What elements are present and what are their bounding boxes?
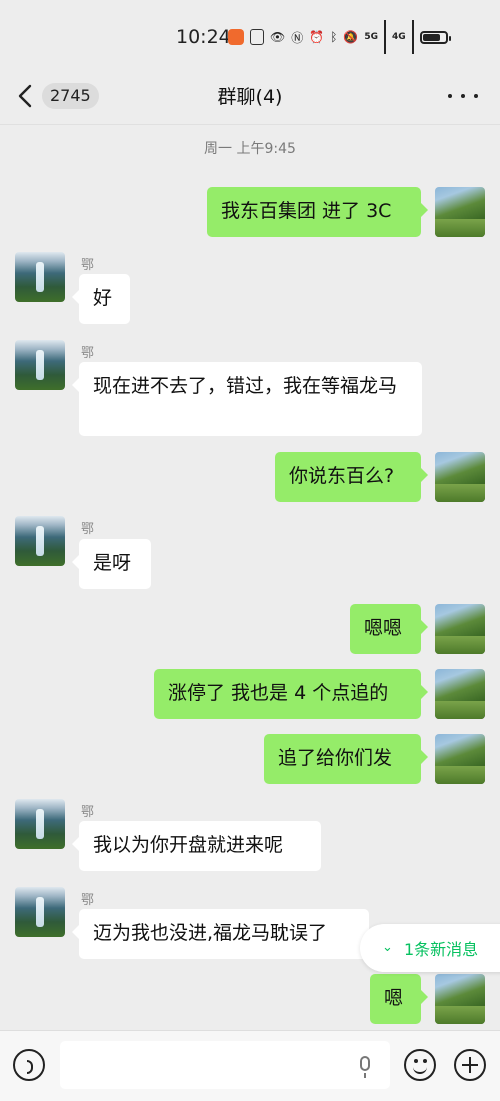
message-timestamp: 周一 上午9:45: [204, 141, 296, 157]
chat-header: 2745 群聊(4): [0, 72, 500, 125]
alarm-icon: ⏰: [309, 30, 325, 44]
message-bubble-outgoing[interactable]: 你说东百么?: [275, 452, 428, 502]
avatar-sender[interactable]: [15, 252, 65, 302]
avatar-self[interactable]: [435, 974, 485, 1024]
new-messages-button[interactable]: ⌄ 1条新消息: [360, 924, 500, 972]
new-messages-label: 1条新消息: [404, 940, 479, 959]
message-bubble-outgoing[interactable]: 嗯嗯: [350, 604, 428, 654]
status-bar: 10:24 👁 Ⓝ ⏰ ᛒ 🔕 5G 4G: [0, 0, 500, 72]
clock: 10:24: [176, 26, 231, 48]
wallet-notification-icon: [250, 29, 264, 45]
message-bubble-outgoing[interactable]: 追了给你们发: [264, 734, 428, 784]
message-bubble-outgoing[interactable]: 嗯: [370, 974, 428, 1024]
message-list[interactable]: 周一 上午9:45 我东百集团 进了 3C 鄂 好 鄂 现在进不去了，错过，我在…: [0, 125, 500, 1030]
message-bubble-incoming[interactable]: 迈为我也没进,福龙马耽误了: [72, 909, 369, 959]
emoji-icon[interactable]: [404, 1049, 436, 1081]
add-more-icon[interactable]: [454, 1049, 486, 1081]
avatar-sender[interactable]: [15, 887, 65, 937]
sender-name: 鄂: [81, 258, 95, 273]
eye-icon: 👁: [270, 30, 286, 44]
sender-name: 鄂: [81, 893, 95, 908]
microphone-icon[interactable]: [360, 1056, 370, 1078]
mute-icon: 🔕: [343, 30, 359, 44]
signal-icon-2: [411, 20, 414, 54]
avatar-self[interactable]: [435, 452, 485, 502]
avatar-self[interactable]: [435, 604, 485, 654]
avatar-sender[interactable]: [15, 340, 65, 390]
message-bubble-incoming[interactable]: 现在进不去了，错过，我在等福龙马: [72, 362, 422, 436]
message-bubble-incoming[interactable]: 我以为你开盘就进来呢: [72, 821, 321, 871]
sender-name: 鄂: [81, 346, 95, 361]
avatar-self[interactable]: [435, 669, 485, 719]
app-notification-icon: [228, 29, 244, 45]
voice-input-icon[interactable]: [13, 1049, 45, 1081]
sender-name: 鄂: [81, 522, 95, 537]
avatar-sender[interactable]: [15, 516, 65, 566]
network-5g-label: 5G: [364, 32, 379, 42]
bluetooth-icon: ᛒ: [330, 30, 338, 44]
avatar-self[interactable]: [435, 187, 485, 237]
chat-title: 群聊(4): [217, 86, 283, 108]
sender-name: 鄂: [81, 805, 95, 820]
message-input[interactable]: [60, 1041, 390, 1089]
avatar-self[interactable]: [435, 734, 485, 784]
message-bubble-outgoing[interactable]: 涨停了 我也是 4 个点追的: [154, 669, 428, 719]
status-icons: 👁 Ⓝ ⏰ ᛒ 🔕 5G 4G: [228, 20, 451, 54]
input-bar: [0, 1030, 500, 1101]
message-bubble-incoming[interactable]: 是呀: [72, 539, 151, 589]
signal-icon: [384, 20, 387, 54]
nfc-icon: Ⓝ: [291, 30, 304, 45]
avatar-sender[interactable]: [15, 799, 65, 849]
double-chevron-down-icon: ⌄: [382, 940, 393, 955]
message-bubble-incoming[interactable]: 好: [72, 274, 130, 324]
more-options-icon[interactable]: [448, 84, 478, 108]
message-bubble-outgoing[interactable]: 我东百集团 进了 3C: [207, 187, 428, 237]
battery-icon: [419, 30, 451, 44]
network-4g-label: 4G: [392, 32, 406, 42]
